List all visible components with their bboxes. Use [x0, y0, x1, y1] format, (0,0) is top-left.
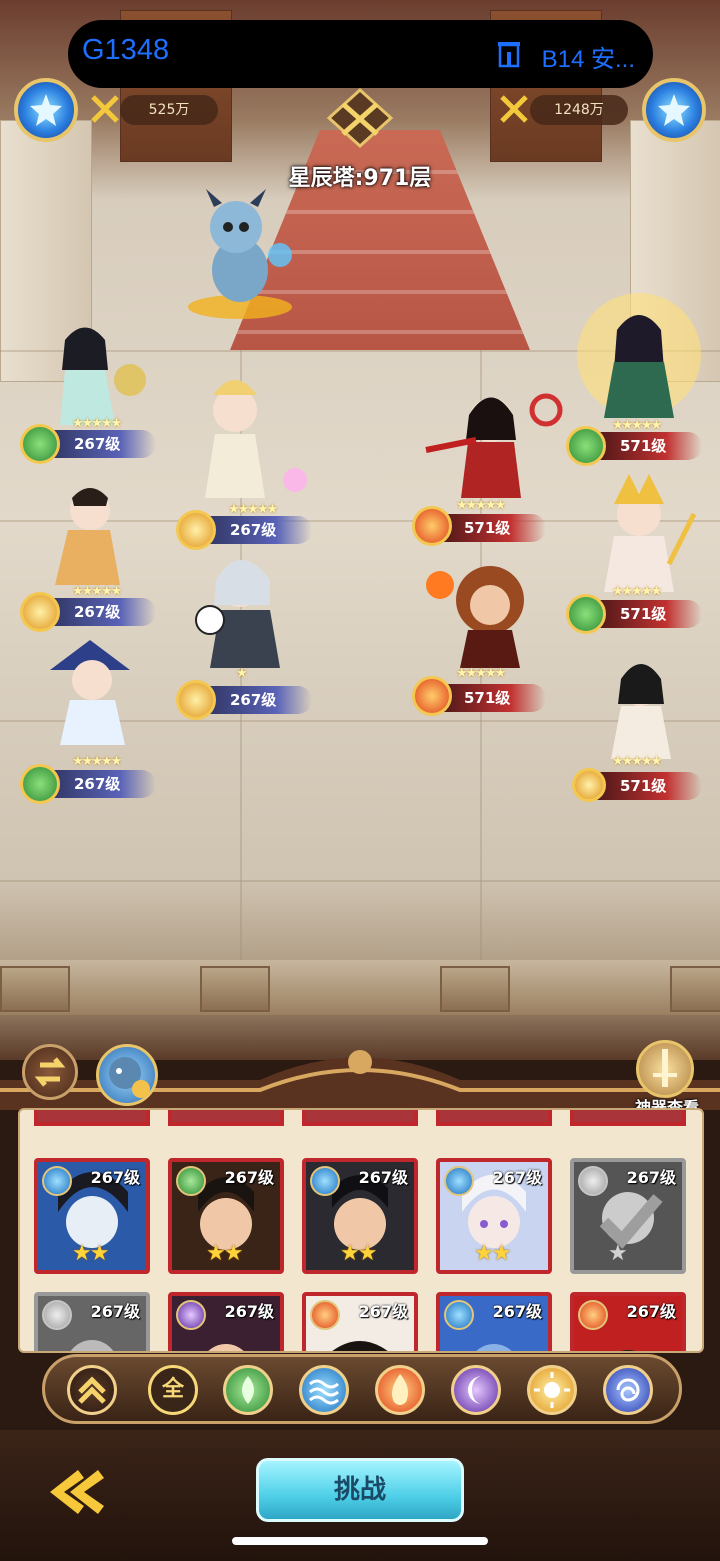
hero-stars: ★★: [72, 1241, 109, 1266]
filter-light-button[interactable]: [527, 1365, 577, 1415]
card-partial[interactable]: [168, 1110, 284, 1126]
server-name[interactable]: B14 安...: [542, 39, 635, 74]
filter-nature-button[interactable]: [223, 1365, 273, 1415]
hero-stars: ★: [608, 1241, 628, 1266]
hero-level: 267级: [358, 1168, 408, 1187]
fire-element-icon: [310, 1300, 340, 1330]
hero-card[interactable]: 267级 ★★: [302, 1158, 418, 1274]
light-element-icon: [176, 680, 216, 720]
hero-stars: ★★: [340, 1241, 377, 1266]
sun-icon: [534, 1372, 570, 1408]
dark-element-icon: [176, 1300, 206, 1330]
card-partial[interactable]: [34, 1110, 150, 1126]
fire-element-icon: [412, 506, 452, 546]
hero-card[interactable]: 267级: [302, 1292, 418, 1351]
hero-level: 267级: [224, 1168, 274, 1187]
card-partial[interactable]: [570, 1110, 686, 1126]
nature-element-icon: [566, 426, 606, 466]
crossed-swords-icon: [326, 88, 394, 148]
hero-level: 267级: [358, 1302, 408, 1321]
double-chevron-up-icon: [78, 1376, 106, 1404]
water-element-icon: [444, 1300, 474, 1330]
hero-stars: ★★: [206, 1241, 243, 1266]
light-element-icon: [176, 510, 216, 550]
server-id: G1348: [82, 34, 170, 66]
leaf-icon: [242, 1376, 254, 1404]
filter-void-button[interactable]: [603, 1365, 653, 1415]
light-element-icon: [42, 1300, 72, 1330]
hero-card[interactable]: 267级: [436, 1292, 552, 1351]
hero-stars: ★★: [474, 1241, 511, 1266]
nature-element-icon: [566, 594, 606, 634]
arena-railing: [0, 960, 720, 1015]
dragon-pet-icon: [109, 1057, 150, 1098]
fire-element-icon: [412, 676, 452, 716]
filter-all-button[interactable]: 全: [148, 1365, 198, 1415]
filter-water-button[interactable]: [299, 1365, 349, 1415]
card-partial[interactable]: [436, 1110, 552, 1126]
filter-dark-button[interactable]: [451, 1365, 501, 1415]
swap-formation-button[interactable]: [22, 1044, 78, 1100]
hero-card[interactable]: 267级 ★★: [168, 1158, 284, 1274]
artifact-sword-icon: [653, 1049, 677, 1087]
light-element-icon: [572, 768, 606, 802]
nature-element-icon: [176, 1166, 206, 1196]
light-element-icon: [578, 1166, 608, 1196]
left-team-emblem: [14, 78, 78, 142]
hero-level: 267级: [224, 1302, 274, 1321]
element-filter-bar: 全: [42, 1354, 682, 1424]
left-power-sword-icon: [91, 95, 119, 123]
hero-level: 267级: [90, 1168, 140, 1187]
hero-roster-panel: 267级 ★★ 267级 ★★ 267级 ★★ 267级 ★★ 267级 ★ 2…: [18, 1108, 704, 1353]
status-bar: G1348 B14 安...: [68, 20, 653, 88]
vortex-icon: [616, 1378, 640, 1402]
hero-card[interactable]: 267级 ★★: [34, 1158, 150, 1274]
artifact-button[interactable]: [636, 1040, 694, 1098]
fire-element-icon: [578, 1300, 608, 1330]
flame-icon: [392, 1374, 408, 1405]
wave-icon: [309, 1379, 339, 1405]
hero-level: 267级: [626, 1168, 676, 1187]
hero-card[interactable]: 267级: [570, 1292, 686, 1351]
nature-element-icon: [20, 764, 60, 804]
hero-level: 267级: [492, 1168, 542, 1187]
pet-dragon: [188, 189, 292, 319]
hero-level: 267级: [90, 1302, 140, 1321]
hero-level: 267级: [626, 1302, 676, 1321]
crescent-moon-icon: [468, 1376, 482, 1404]
door-icon: [498, 42, 520, 68]
hero-card-deployed[interactable]: 267级: [34, 1292, 150, 1351]
filter-upgrade-button[interactable]: [67, 1365, 117, 1415]
water-element-icon: [42, 1166, 72, 1196]
nature-element-icon: [20, 424, 60, 464]
water-element-icon: [310, 1166, 340, 1196]
card-partial[interactable]: [302, 1110, 418, 1126]
left-team-power: 525万: [120, 95, 218, 125]
pet-select-button[interactable]: [96, 1044, 158, 1106]
challenge-button[interactable]: 挑战: [256, 1458, 464, 1522]
light-element-icon: [20, 592, 60, 632]
hero-card-deployed[interactable]: 267级 ★: [570, 1158, 686, 1274]
water-element-icon: [444, 1166, 474, 1196]
hero-level: 267级: [492, 1302, 542, 1321]
right-power-sword-icon: [500, 95, 528, 123]
back-arrow-icon[interactable]: [38, 1462, 108, 1522]
tower-floor-label: 星辰塔:971层: [288, 166, 432, 191]
hero-card[interactable]: 267级: [168, 1292, 284, 1351]
filter-fire-button[interactable]: [375, 1365, 425, 1415]
home-indicator: [232, 1537, 488, 1545]
right-team-power: 1248万: [530, 95, 628, 125]
hero-card[interactable]: 267级 ★★: [436, 1158, 552, 1274]
right-team-emblem: [642, 78, 706, 142]
swap-icon: [34, 1057, 66, 1087]
